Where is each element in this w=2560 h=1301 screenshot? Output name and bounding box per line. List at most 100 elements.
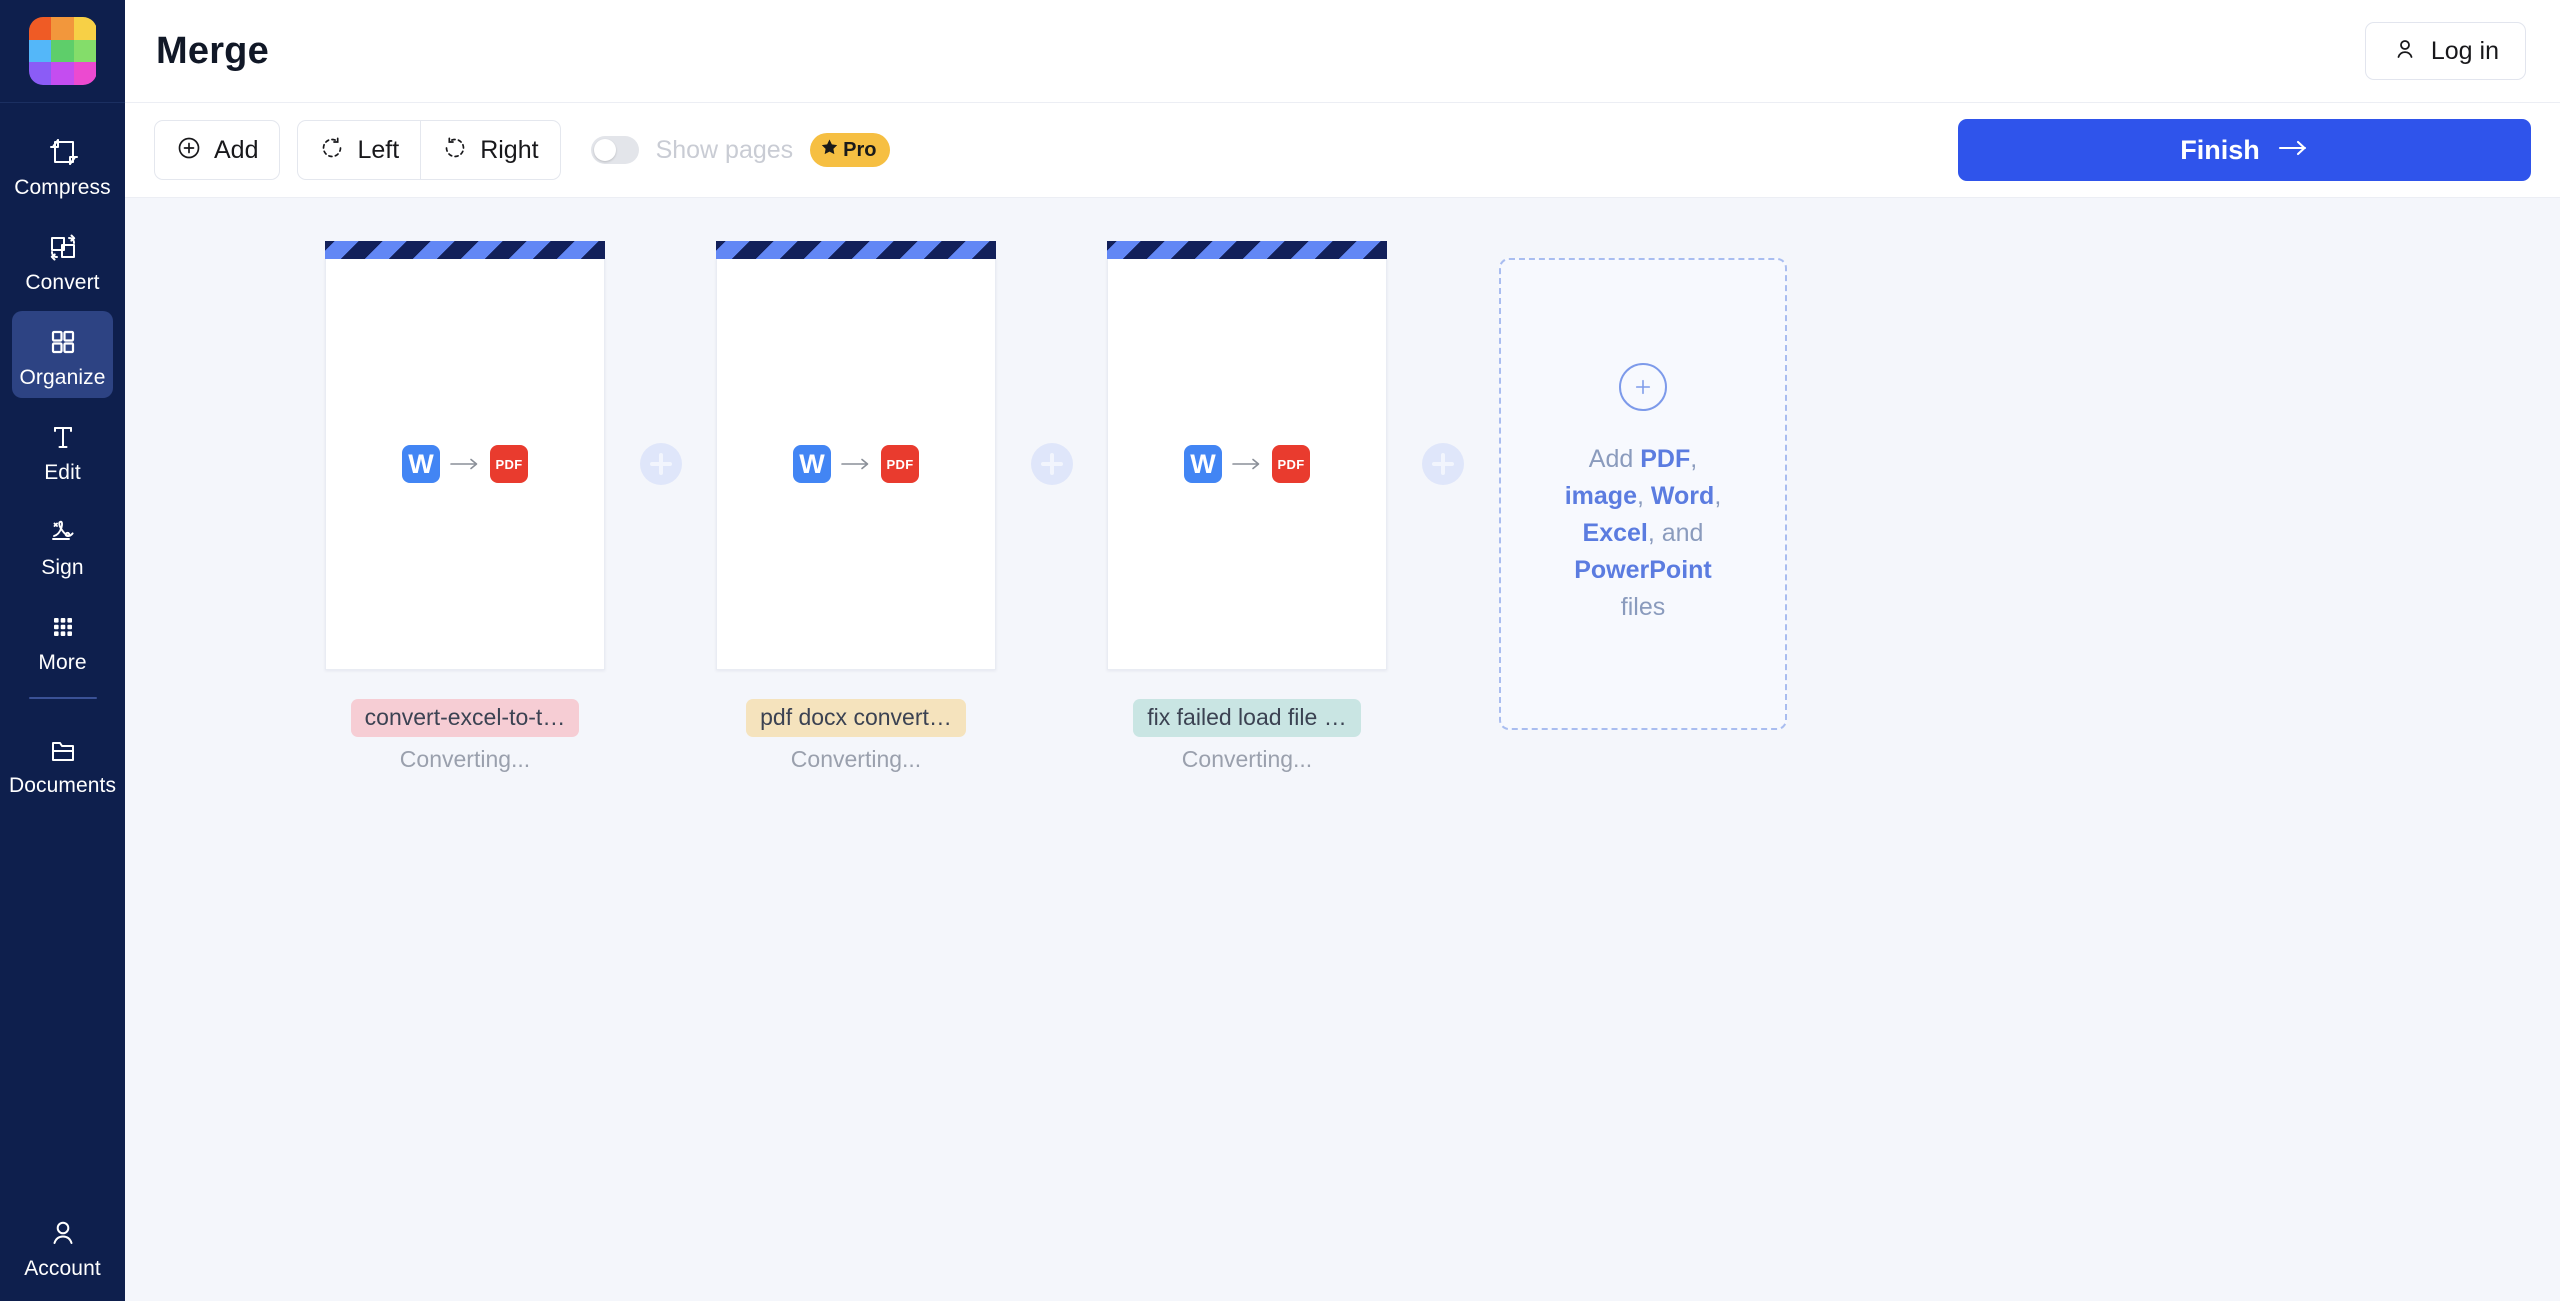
dropzone-line5: files [1620,592,1666,621]
dropzone-line2: image, Word, [1564,481,1722,510]
logo-cell [51,39,74,63]
sidebar-item-compress[interactable]: Compress [12,121,113,208]
signature-icon [45,514,81,550]
app-logo[interactable] [0,0,125,103]
word-file-icon: W [1184,445,1222,483]
grid-dots-icon [45,609,81,645]
logo-cell [28,17,52,40]
insert-file-separator[interactable] [996,258,1107,670]
logo-cell [28,39,52,63]
insert-file-separator[interactable] [605,258,716,670]
file-name-chip: fix failed load file … [1133,699,1361,737]
rotate-left-button[interactable]: Left [297,120,421,180]
sidebar-nav: Compress Convert Organize Edit Sign More… [0,103,125,814]
sidebar-item-label: Account [24,1257,101,1280]
dropzone-line4: PowerPoint [1574,555,1712,584]
add-files-dropzone[interactable]: Add PDF, image, Word, Excel, and PowerPoint… [1499,258,1787,730]
plus-icon [1030,443,1073,485]
arrow-right-icon [841,457,871,471]
file-thumbnail[interactable]: W PDF [1107,241,1387,670]
plus-circle-icon [1619,362,1667,411]
conversion-progress-bar [716,241,996,259]
finish-button[interactable]: Finish [1958,119,2531,181]
finish-button-label: Finish [2180,134,2260,165]
sidebar-item-label: More [38,651,87,674]
arrow-right-icon [2277,138,2309,163]
sidebar-item-account[interactable]: Account [0,1215,125,1279]
file-card[interactable]: W PDF pdf docx convert… Converting... [716,241,996,773]
sidebar-item-edit[interactable]: Edit [12,406,113,493]
pdf-file-icon: PDF [1272,445,1310,483]
pro-badge[interactable]: Pro [810,133,890,167]
rotate-right-button[interactable]: Right [420,120,561,180]
login-button[interactable]: Log in [2364,22,2526,80]
page-title: Merge [156,29,269,72]
show-pages-row: Show pages Pro [590,133,890,167]
dropzone-line3: Excel, and [1582,518,1704,547]
insert-file-separator[interactable] [1387,258,1498,670]
logo-cell [73,62,97,85]
plus-icon [639,443,682,485]
logo-color-grid [28,17,97,85]
rotate-button-group: Left Right [297,120,561,180]
arrow-right-icon [450,457,480,471]
pro-badge-label: Pro [843,138,877,161]
rotate-left-icon [319,135,345,166]
word-file-icon: W [402,445,440,483]
rotate-right-label: Right [480,135,539,164]
conversion-progress-bar [325,241,605,259]
document-canvas: W PDF convert-excel-to-t… Converting... W PDF… [125,198,2560,1301]
file-status: Converting... [399,746,531,772]
organize-icon [45,324,81,360]
sidebar-item-convert[interactable]: Convert [12,216,113,303]
sidebar-item-label: Organize [19,366,106,389]
dropzone-text: Add PDF, image, Word, Excel, and PowerPoint… [1528,441,1758,626]
sidebar-divider [28,697,97,699]
dropzone-line1: Add PDF, [1588,444,1698,473]
logo-cell [28,62,52,85]
sidebar-item-sign[interactable]: Sign [12,501,113,588]
plus-icon [1421,443,1464,485]
show-pages-label: Show pages [655,135,794,164]
arrow-right-icon [1232,457,1262,471]
page-header: Merge Log in [125,0,2560,103]
folder-icon [45,732,81,768]
sidebar-item-label: Convert [25,271,100,294]
sidebar-item-more[interactable]: More [12,596,113,683]
convert-icon [45,229,81,265]
logo-cell [51,17,74,40]
file-status: Converting... [790,746,922,772]
file-status: Converting... [1181,746,1313,772]
file-name-chip: pdf docx convert… [746,699,966,737]
star-icon [820,138,839,162]
sidebar: Compress Convert Organize Edit Sign More… [0,0,125,1301]
edit-text-icon [45,419,81,455]
logo-cell [73,17,97,40]
file-thumbnail[interactable]: W PDF [716,241,996,670]
rotate-left-label: Left [357,135,400,164]
user-icon [2392,36,2418,67]
sidebar-item-label: Documents [8,774,117,797]
conversion-icons: W PDF [1184,445,1310,483]
plus-circle-icon [176,135,202,166]
file-thumbnail[interactable]: W PDF [325,241,605,670]
user-icon [45,1215,81,1251]
word-file-icon: W [793,445,831,483]
login-button-label: Log in [2430,36,2499,65]
sidebar-item-label: Compress [14,176,111,199]
file-card[interactable]: W PDF fix failed load file … Converting... [1107,241,1387,773]
show-pages-toggle[interactable] [590,136,639,164]
logo-cell [73,39,97,63]
logo-cell [51,62,74,85]
sidebar-item-organize[interactable]: Organize [12,311,113,398]
pdf-file-icon: PDF [490,445,528,483]
add-button[interactable]: Add [154,120,281,180]
main-area: Merge Log in Add Left Right Show pages P… [125,0,2560,1301]
compress-icon [45,134,81,170]
add-button-group: Add [154,120,281,180]
file-card[interactable]: W PDF convert-excel-to-t… Converting... [325,241,605,773]
sidebar-item-documents[interactable]: Documents [8,719,117,806]
toolbar: Add Left Right Show pages Pro Finish [125,103,2560,198]
conversion-icons: W PDF [402,445,528,483]
rotate-right-icon [442,135,468,166]
